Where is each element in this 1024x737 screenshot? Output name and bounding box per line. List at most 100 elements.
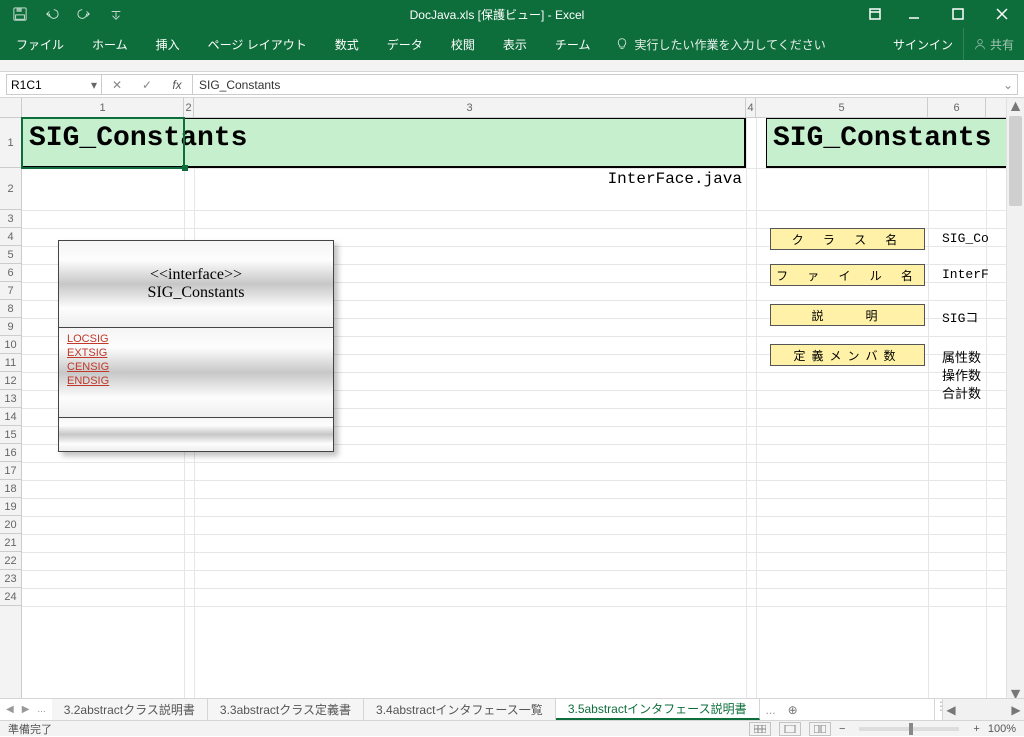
- cell-title-right[interactable]: SIG_Constants: [766, 118, 1016, 168]
- row-header[interactable]: 1: [0, 118, 21, 168]
- row-header[interactable]: 8: [0, 300, 21, 318]
- sheet-tab-overflow[interactable]: ...: [760, 699, 782, 720]
- cell-title-left[interactable]: SIG_Constants: [22, 118, 746, 168]
- row-header[interactable]: 13: [0, 390, 21, 408]
- cell-grid[interactable]: SIG_Constants SIG_Constants InterFace.ja…: [22, 118, 1006, 704]
- share-button[interactable]: 共有: [963, 28, 1024, 60]
- row-header[interactable]: 5: [0, 246, 21, 264]
- row-header[interactable]: 24: [0, 588, 21, 606]
- row-header[interactable]: 14: [0, 408, 21, 426]
- value-file-name[interactable]: InterF: [942, 267, 1002, 282]
- tab-page-layout[interactable]: ページ レイアウト: [194, 28, 321, 60]
- zoom-slider-thumb[interactable]: [909, 723, 913, 735]
- cell-interface-file[interactable]: InterFace.java: [196, 168, 746, 210]
- row-header[interactable]: 22: [0, 552, 21, 570]
- row-header[interactable]: 11: [0, 354, 21, 372]
- row-header[interactable]: 21: [0, 534, 21, 552]
- scrollbar-thumb[interactable]: [1009, 116, 1022, 206]
- tab-nav-prev-icon[interactable]: ◀: [6, 704, 14, 715]
- view-page-layout-button[interactable]: [779, 722, 801, 736]
- formula-input[interactable]: SIG_Constants ⌄: [193, 74, 1018, 95]
- new-sheet-button[interactable]: ⊕: [782, 699, 804, 720]
- view-page-break-button[interactable]: [809, 722, 831, 736]
- expand-formula-bar-icon[interactable]: ⌄: [1003, 78, 1013, 92]
- fill-handle[interactable]: [182, 165, 188, 171]
- redo-button[interactable]: [70, 2, 98, 26]
- row-header[interactable]: 3: [0, 210, 21, 228]
- tab-insert[interactable]: 挿入: [142, 28, 194, 60]
- view-normal-button[interactable]: [749, 722, 771, 736]
- tab-nav-next-icon[interactable]: ▶: [22, 704, 30, 715]
- column-headers[interactable]: 1 2 3 4 5 6: [22, 98, 1006, 118]
- scroll-right-icon[interactable]: ▶: [1008, 703, 1024, 717]
- row-header[interactable]: 18: [0, 480, 21, 498]
- maximize-button[interactable]: [936, 0, 980, 28]
- tab-view[interactable]: 表示: [489, 28, 541, 60]
- tab-splitter[interactable]: ⋮: [934, 699, 942, 720]
- row-header[interactable]: 16: [0, 444, 21, 462]
- row-header[interactable]: 20: [0, 516, 21, 534]
- zoom-in-button[interactable]: +: [973, 723, 979, 735]
- scroll-left-icon[interactable]: ◀: [943, 703, 959, 717]
- ribbon-display-options[interactable]: [858, 0, 892, 28]
- col-header[interactable]: 4: [746, 98, 756, 117]
- tab-review[interactable]: 校閲: [437, 28, 489, 60]
- col-header[interactable]: 3: [194, 98, 746, 117]
- sheet-tab[interactable]: 3.3abstractクラス定義書: [208, 699, 364, 720]
- minimize-button[interactable]: [892, 0, 936, 28]
- row-header[interactable]: 9: [0, 318, 21, 336]
- row-header[interactable]: 19: [0, 498, 21, 516]
- tab-home[interactable]: ホーム: [78, 28, 142, 60]
- row-header[interactable]: 15: [0, 426, 21, 444]
- label-member-count[interactable]: 定義メンバ数: [770, 344, 925, 366]
- tab-team[interactable]: チーム: [541, 28, 605, 60]
- zoom-slider[interactable]: [859, 727, 959, 731]
- col-header[interactable]: 5: [756, 98, 928, 117]
- value-total-count[interactable]: 合計数: [942, 383, 1002, 402]
- row-header[interactable]: 4: [0, 228, 21, 246]
- row-header[interactable]: 12: [0, 372, 21, 390]
- uml-interface-shape[interactable]: <<interface>> SIG_Constants LOCSIG EXTSI…: [58, 240, 334, 452]
- row-header[interactable]: 6: [0, 264, 21, 282]
- label-file-name[interactable]: フ ァ イ ル 名: [770, 264, 925, 286]
- tab-nav-more[interactable]: ...: [37, 704, 45, 715]
- zoom-level[interactable]: 100%: [988, 723, 1016, 735]
- label-description[interactable]: 説 明: [770, 304, 925, 326]
- col-header[interactable]: 6: [928, 98, 986, 117]
- row-header[interactable]: 7: [0, 282, 21, 300]
- cancel-formula-button[interactable]: ✕: [102, 75, 132, 94]
- name-box[interactable]: R1C1 ▾: [6, 74, 102, 95]
- scroll-up-icon[interactable]: ▲: [1007, 98, 1024, 116]
- enter-formula-button[interactable]: ✓: [132, 75, 162, 94]
- row-header[interactable]: 2: [0, 168, 21, 210]
- signin-link[interactable]: サインイン: [883, 28, 963, 60]
- tell-me[interactable]: 実行したい作業を入力してください: [604, 28, 825, 60]
- sheet-tab[interactable]: 3.2abstractクラス説明書: [52, 699, 208, 720]
- row-header[interactable]: 23: [0, 570, 21, 588]
- row-header[interactable]: 17: [0, 462, 21, 480]
- col-header[interactable]: 2: [184, 98, 194, 117]
- tab-file[interactable]: ファイル: [2, 28, 78, 60]
- row-headers[interactable]: 1 2 3 4 5 6 7 8 9 10 11 12 13 14 15 16 1…: [0, 118, 22, 704]
- undo-button[interactable]: [38, 2, 66, 26]
- label-class-name[interactable]: ク ラ ス 名: [770, 228, 925, 250]
- save-button[interactable]: [6, 2, 34, 26]
- horizontal-scrollbar[interactable]: ◀ ▶: [942, 699, 1024, 720]
- tab-data[interactable]: データ: [373, 28, 437, 60]
- sheet-tab[interactable]: 3.4abstractインタフェース一覧: [364, 699, 556, 720]
- vertical-scrollbar[interactable]: ▲ ▼: [1006, 98, 1024, 704]
- tab-formulas[interactable]: 数式: [321, 28, 373, 60]
- sheet-tab-nav[interactable]: ◀ ▶ ...: [0, 699, 52, 720]
- row-header[interactable]: 10: [0, 336, 21, 354]
- value-class-name[interactable]: SIG_Co: [942, 231, 1002, 246]
- zoom-out-button[interactable]: −: [839, 723, 845, 735]
- value-attr-count[interactable]: 属性数: [942, 347, 1002, 366]
- close-button[interactable]: [980, 0, 1024, 28]
- qat-customize-button[interactable]: [102, 2, 130, 26]
- sheet-tab-active[interactable]: 3.5abstractインタフェース説明書: [556, 699, 760, 720]
- col-header[interactable]: 1: [22, 98, 184, 117]
- select-all-corner[interactable]: [0, 98, 22, 118]
- insert-function-button[interactable]: fx: [162, 75, 192, 94]
- value-description[interactable]: SIGコ: [942, 307, 1002, 326]
- value-op-count[interactable]: 操作数: [942, 365, 1002, 384]
